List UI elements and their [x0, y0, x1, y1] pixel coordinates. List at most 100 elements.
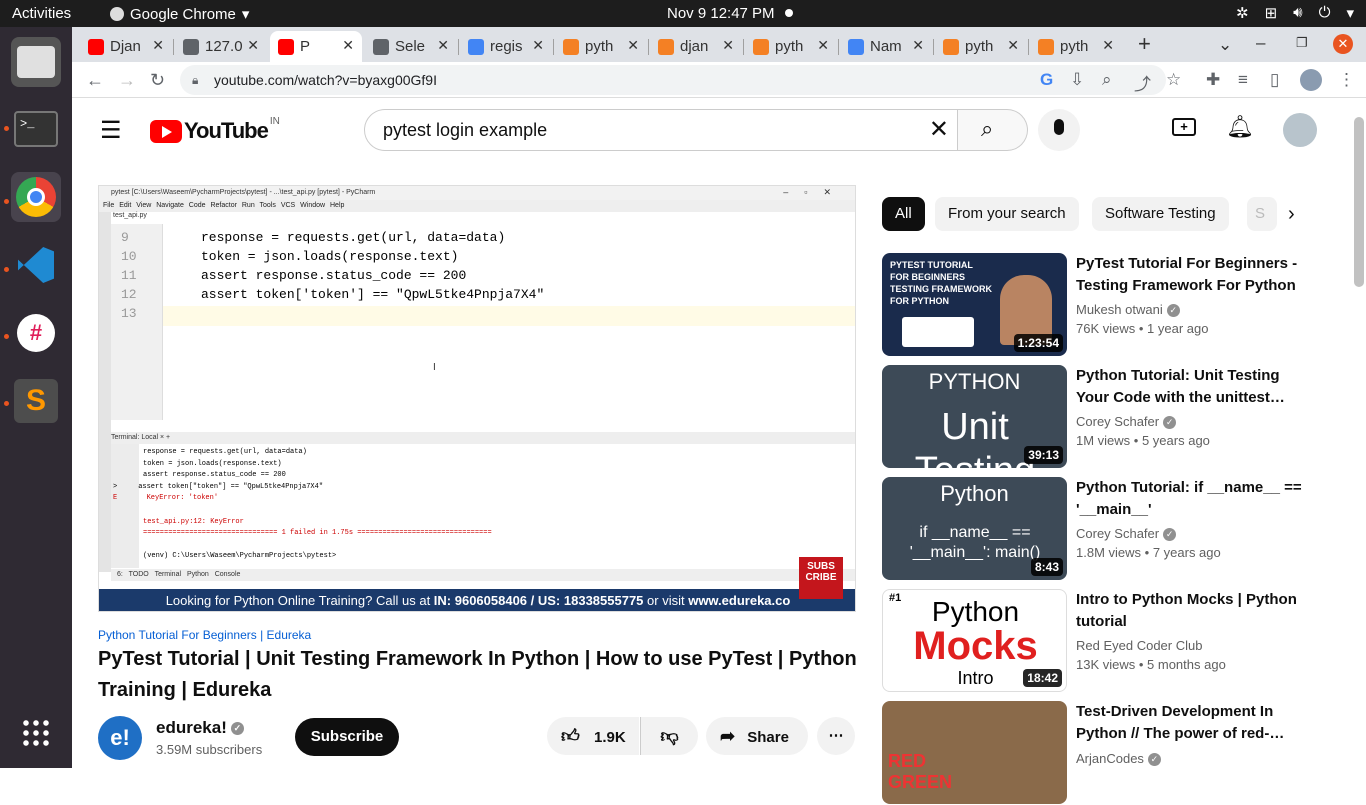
- recommended-video-title[interactable]: Intro to Python Mocks | Python tutorial: [1076, 589, 1302, 633]
- close-tab-icon[interactable]: ✕: [627, 37, 639, 54]
- close-tab-icon[interactable]: ✕: [1007, 37, 1019, 54]
- browser-tab[interactable]: pyth ✕: [555, 31, 647, 62]
- filter-chip[interactable]: Software Testing: [1092, 197, 1229, 231]
- extensions-icon[interactable]: ✚: [1206, 70, 1220, 90]
- channel-name[interactable]: edureka! ✓: [156, 718, 244, 738]
- page-scrollbar[interactable]: [1354, 117, 1364, 287]
- browser-tab[interactable]: pyth ✕: [745, 31, 837, 62]
- ide-title-bar: pytest [C:\Users\Waseem\PycharmProjects\…: [99, 186, 855, 200]
- forward-icon[interactable]: →: [118, 70, 136, 91]
- profile-avatar[interactable]: [1300, 69, 1322, 91]
- terminal-app[interactable]: >_: [11, 104, 61, 154]
- share-icon[interactable]: ⤴: [1134, 70, 1151, 95]
- video-thumbnail[interactable]: PYTEST TUTORIAL FOR BEGINNERS TESTING FR…: [882, 253, 1067, 356]
- show-apps-button[interactable]: [11, 708, 61, 758]
- chips-next-icon[interactable]: ›: [1288, 203, 1295, 226]
- recommended-video-title[interactable]: Test-Driven Development In Python // The…: [1076, 701, 1302, 745]
- close-tab-icon[interactable]: ✕: [722, 37, 734, 54]
- google-lens-icon[interactable]: G: [1040, 70, 1053, 90]
- youtube-logo[interactable]: YouTube IN: [150, 116, 280, 144]
- video-thumbnail[interactable]: PYTHONUnit Testing39:13: [882, 365, 1067, 468]
- vscode-app[interactable]: [11, 240, 61, 290]
- recommended-video[interactable]: Python if __name__ == '__main__': main() 8…: [882, 477, 1302, 581]
- app-menu[interactable]: Google Chrome ▾: [110, 5, 249, 23]
- browser-tab[interactable]: Nam ✕: [840, 31, 932, 62]
- new-tab-button[interactable]: +: [1138, 31, 1151, 57]
- recommended-video[interactable]: PYTEST TUTORIAL FOR BEGINNERS TESTING FR…: [882, 253, 1302, 357]
- verified-icon: ✓: [1163, 416, 1177, 430]
- folder-icon: [17, 46, 55, 78]
- address-bar[interactable]: 🔒︎ youtube.com/watch?v=byaxg00Gf9I: [180, 65, 1166, 95]
- close-tab-icon[interactable]: ✕: [532, 37, 544, 54]
- search-input[interactable]: pytest login example ✕: [364, 109, 958, 151]
- recommended-video-title[interactable]: Python Tutorial: Unit Testing Your Code …: [1076, 365, 1302, 409]
- recommended-video[interactable]: RED GREEN Test-Driven Development In Pyth…: [882, 701, 1302, 805]
- files-app[interactable]: [11, 37, 61, 87]
- browser-tab[interactable]: pyth ✕: [935, 31, 1027, 62]
- recommended-channel[interactable]: Red Eyed Coder Club: [1076, 638, 1202, 653]
- filter-chip[interactable]: S: [1247, 197, 1277, 231]
- reload-icon[interactable]: ↻: [150, 70, 165, 91]
- recommended-channel[interactable]: Corey Schafer ✓: [1076, 526, 1177, 542]
- minimize-button[interactable]: –: [1256, 33, 1265, 53]
- create-video-icon[interactable]: +: [1172, 118, 1196, 136]
- chrome-menu-icon[interactable]: ⋮: [1338, 70, 1355, 90]
- recommended-video[interactable]: #1 Python Mocks Intro 18:42 Intro to Python M…: [882, 589, 1302, 693]
- search-button[interactable]: ⌕: [958, 109, 1028, 151]
- like-button[interactable]: 👍︎ 1.9K: [547, 717, 639, 755]
- filter-chip[interactable]: From your search: [935, 197, 1079, 231]
- chrome-app[interactable]: [11, 172, 61, 222]
- video-player[interactable]: pytest [C:\Users\Waseem\PycharmProjects\…: [98, 185, 856, 612]
- account-avatar[interactable]: [1283, 113, 1317, 147]
- subscribe-button[interactable]: Subscribe: [295, 718, 399, 756]
- close-tab-icon[interactable]: ✕: [152, 37, 164, 54]
- zoom-icon[interactable]: ⌕: [1102, 70, 1112, 90]
- video-thumbnail[interactable]: Python if __name__ == '__main__': main() 8…: [882, 477, 1067, 580]
- browser-tab[interactable]: Djan ✕: [80, 31, 172, 62]
- recommended-channel[interactable]: Corey Schafer ✓: [1076, 414, 1177, 430]
- playlist-link[interactable]: Python Tutorial For Beginners | Edureka: [98, 628, 311, 642]
- activities-button[interactable]: Activities: [12, 5, 71, 22]
- close-tab-icon[interactable]: ✕: [437, 37, 449, 54]
- browser-tab[interactable]: P ✕: [270, 31, 362, 62]
- recommended-channel[interactable]: Mukesh otwani ✓: [1076, 302, 1180, 318]
- notifications-bell-icon[interactable]: 🔔︎: [1226, 114, 1254, 140]
- bookmark-star-icon[interactable]: ☆: [1166, 70, 1181, 90]
- share-button[interactable]: ➦ Share: [706, 717, 808, 755]
- code-line: response = requests.get(url, data=data): [201, 230, 506, 245]
- dislike-button[interactable]: 👎︎: [640, 717, 698, 755]
- browser-tab[interactable]: djan ✕: [650, 31, 742, 62]
- reading-list-icon[interactable]: ≡: [1238, 70, 1248, 90]
- back-icon[interactable]: ←: [86, 70, 104, 91]
- close-tab-icon[interactable]: ✕: [342, 37, 354, 54]
- more-actions-button[interactable]: ⋯: [817, 717, 855, 755]
- close-tab-icon[interactable]: ✕: [1102, 37, 1114, 54]
- recommended-video[interactable]: PYTHONUnit Testing39:13Python Tutorial: …: [882, 365, 1302, 469]
- channel-avatar[interactable]: e!: [98, 716, 142, 760]
- system-tray[interactable]: ✲ ⊞ 🔊︎ ⏻ ▾: [1236, 4, 1354, 22]
- recommended-video-title[interactable]: PyTest Tutorial For Beginners - Testing …: [1076, 253, 1302, 297]
- maximize-button[interactable]: ❐: [1296, 35, 1308, 51]
- clock[interactable]: Nov 9 12:47 PM: [667, 5, 775, 22]
- side-panel-icon[interactable]: ▯: [1270, 70, 1279, 90]
- browser-tab[interactable]: Sele ✕: [365, 31, 457, 62]
- video-thumbnail[interactable]: #1 Python Mocks Intro 18:42: [882, 589, 1067, 692]
- close-tab-icon[interactable]: ✕: [912, 37, 924, 54]
- browser-tab[interactable]: regis ✕: [460, 31, 552, 62]
- browser-tab[interactable]: pyth ✕: [1030, 31, 1122, 62]
- close-tab-icon[interactable]: ✕: [247, 37, 259, 54]
- filter-chip[interactable]: All: [882, 197, 925, 231]
- hamburger-menu-icon[interactable]: ☰: [100, 116, 122, 145]
- voice-search-button[interactable]: [1038, 109, 1080, 151]
- install-icon[interactable]: ⇩: [1070, 70, 1084, 90]
- slack-app[interactable]: #: [11, 308, 61, 358]
- tab-search-icon[interactable]: ⌄: [1218, 35, 1232, 55]
- video-thumbnail[interactable]: RED GREEN: [882, 701, 1067, 804]
- close-window-button[interactable]: ✕: [1333, 34, 1353, 54]
- recommended-channel[interactable]: ArjanCodes ✓: [1076, 751, 1161, 767]
- recommended-video-title[interactable]: Python Tutorial: if __name__ == '__main_…: [1076, 477, 1302, 521]
- close-tab-icon[interactable]: ✕: [817, 37, 829, 54]
- clear-search-icon[interactable]: ✕: [929, 110, 949, 150]
- sublime-app[interactable]: S: [11, 376, 61, 426]
- browser-tab[interactable]: 127.0 ✕: [175, 31, 267, 62]
